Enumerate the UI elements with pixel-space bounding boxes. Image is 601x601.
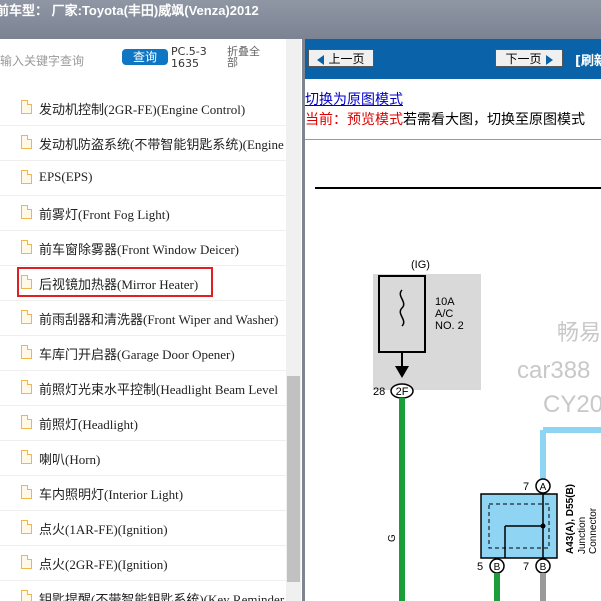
tree-item-label: 前照灯光束水平控制(Headlight Beam Level bbox=[39, 382, 279, 397]
document-icon bbox=[21, 590, 32, 601]
pin-a-label: A bbox=[540, 482, 547, 493]
tree-item-label: 点火(2GR-FE)(Ignition) bbox=[39, 557, 168, 572]
document-icon bbox=[21, 380, 32, 394]
pin-7-label: 7 bbox=[523, 481, 529, 493]
tree-item-label: 前雾灯(Front Fog Light) bbox=[39, 207, 170, 222]
left-panel: 查询 PC.5-31635 折叠全部 发动机控制(2GR-FE)(Engine … bbox=[0, 39, 303, 601]
tree-item-label: EPS(EPS) bbox=[39, 169, 93, 184]
prev-page-label: 上一页 bbox=[328, 52, 365, 66]
tree-item[interactable]: EPS(EPS) bbox=[0, 161, 288, 196]
query-button[interactable]: 查询 bbox=[122, 49, 168, 65]
document-icon bbox=[21, 100, 32, 114]
tree-item[interactable]: 发动机防盗系统(不带智能钥匙系统)(Engine bbox=[0, 126, 288, 161]
tree-item-label: 发动机控制(2GR-FE)(Engine Control) bbox=[39, 102, 246, 117]
tree-item[interactable]: 点火(1AR-FE)(Ignition) bbox=[0, 511, 288, 546]
watermark-1: 畅易 bbox=[557, 320, 601, 345]
tree-item[interactable]: 发动机控制(2GR-FE)(Engine Control) bbox=[0, 91, 288, 126]
document-icon bbox=[21, 520, 32, 534]
pin-b1-label: B bbox=[494, 562, 501, 573]
pin-5-label: 5 bbox=[477, 561, 483, 573]
next-page-button[interactable]: 下一页 bbox=[495, 49, 563, 67]
tree-item-label: 车内照明灯(Interior Light) bbox=[39, 487, 184, 502]
wiring-diagram: (IG) 10A A/C NO. 2 28 2F G 7 A A43(A), D… bbox=[305, 139, 601, 601]
tree-item-label: 车库门开启器(Garage Door Opener) bbox=[39, 347, 235, 362]
connector-label: A43(A), D55(B) bbox=[565, 484, 576, 554]
scrollbar-thumb[interactable] bbox=[287, 376, 300, 582]
pin-7b-label: 7 bbox=[523, 561, 529, 573]
tree-item[interactable]: 后视镜加热器(Mirror Heater) bbox=[0, 266, 288, 301]
document-icon bbox=[21, 205, 32, 219]
wiring-diagram-svg: (IG) 10A A/C NO. 2 28 2F G 7 A A43(A), D… bbox=[315, 187, 601, 601]
refresh-link[interactable]: [刷新 bbox=[575, 50, 601, 69]
tree-item-label: 后视镜加热器(Mirror Heater) bbox=[39, 277, 199, 292]
tree-item[interactable]: 前车窗除雾器(Front Window Deicer) bbox=[0, 231, 288, 266]
document-icon bbox=[21, 415, 32, 429]
tree-item-label: 前雨刮器和清洗器(Front Wiper and Washer) bbox=[39, 312, 279, 327]
document-icon bbox=[21, 345, 32, 359]
title-bar: 前车型： 厂家:Toyota(丰田)威飒(Venza)2012 bbox=[0, 0, 601, 39]
junction-label-1: Junction bbox=[577, 517, 588, 554]
tree-item[interactable]: 前照灯(Headlight) bbox=[0, 406, 288, 441]
document-icon bbox=[21, 485, 32, 499]
fuse-block-bg bbox=[373, 274, 481, 390]
notice-text: 若需看大图，切换至原图模式 bbox=[403, 112, 585, 128]
document-icon bbox=[21, 555, 32, 569]
arrow-left-icon bbox=[317, 54, 325, 65]
notice-current-mode: 当前：预览模式 bbox=[305, 112, 403, 128]
tree-item-label: 前车窗除雾器(Front Window Deicer) bbox=[39, 242, 239, 257]
ig-label: (IG) bbox=[411, 259, 430, 271]
left-scrollbar[interactable] bbox=[286, 39, 301, 601]
page-toolbar: 上一页 下一页 [刷新 bbox=[305, 39, 601, 79]
right-panel: 上一页 下一页 [刷新 切换为原图模式 当前：预览模式若需看大图，切换至原图模式… bbox=[305, 39, 601, 601]
search-input[interactable] bbox=[0, 51, 120, 71]
prev-page-button[interactable]: 上一页 bbox=[308, 49, 374, 67]
collapse-all-link[interactable]: 折叠全部 bbox=[227, 46, 267, 68]
fuse-label-1: 10A bbox=[435, 296, 455, 308]
watermark-2: car388 bbox=[517, 357, 590, 384]
tree-item[interactable]: 前雾灯(Front Fog Light) bbox=[0, 196, 288, 231]
mode-notice: 当前：预览模式若需看大图，切换至原图模式 bbox=[305, 109, 585, 129]
tree-item[interactable]: 前雨刮器和清洗器(Front Wiper and Washer) bbox=[0, 301, 288, 336]
tree-list: 发动机控制(2GR-FE)(Engine Control) 发动机防盗系统(不带智… bbox=[0, 91, 288, 601]
tree-item[interactable]: 车库门开启器(Garage Door Opener) bbox=[0, 336, 288, 371]
next-page-label: 下一页 bbox=[505, 52, 542, 66]
search-row: 查询 PC.5-31635 折叠全部 bbox=[0, 39, 302, 79]
tree-item-label: 点火(1AR-FE)(Ignition) bbox=[39, 522, 168, 537]
pin-28-label: 28 bbox=[373, 386, 385, 398]
tree-item-label: 喇叭(Horn) bbox=[39, 452, 101, 467]
vehicle-title: 前车型： 厂家:Toyota(丰田)威飒(Venza)2012 bbox=[0, 3, 259, 18]
fuse-label-3: NO. 2 bbox=[435, 320, 464, 332]
tree-item-label: 发动机防盗系统(不带智能钥匙系统)(Engine bbox=[39, 137, 284, 152]
wire-g-label: G bbox=[387, 534, 398, 542]
pin-2f-label: 2F bbox=[396, 386, 409, 398]
switch-original-mode-link[interactable]: 切换为原图模式 bbox=[305, 89, 403, 109]
pc-label: PC.5-31635 bbox=[171, 45, 207, 70]
document-icon bbox=[21, 170, 32, 184]
document-icon bbox=[21, 310, 32, 324]
document-icon bbox=[21, 135, 32, 149]
tree-item[interactable]: 点火(2GR-FE)(Ignition) bbox=[0, 546, 288, 581]
tree-item[interactable]: 前照灯光束水平控制(Headlight Beam Level bbox=[0, 371, 288, 406]
tree-item[interactable]: 喇叭(Horn) bbox=[0, 441, 288, 476]
document-icon bbox=[21, 275, 32, 289]
tree-item-label: 钥匙提醒(不带智能钥匙系统)(Key Reminder bbox=[39, 592, 285, 601]
tree-item[interactable]: 钥匙提醒(不带智能钥匙系统)(Key Reminder bbox=[0, 581, 288, 601]
tree-item-label: 前照灯(Headlight) bbox=[39, 417, 138, 432]
pin-b2-label: B bbox=[540, 562, 547, 573]
tree-item[interactable]: 车内照明灯(Interior Light) bbox=[0, 476, 288, 511]
fuse-label-2: A/C bbox=[435, 308, 453, 320]
document-icon bbox=[21, 450, 32, 464]
watermark-3: CY20 bbox=[543, 391, 601, 418]
junction-label-2: Connector bbox=[588, 507, 599, 554]
document-icon bbox=[21, 240, 32, 254]
arrow-right-icon bbox=[545, 54, 553, 65]
